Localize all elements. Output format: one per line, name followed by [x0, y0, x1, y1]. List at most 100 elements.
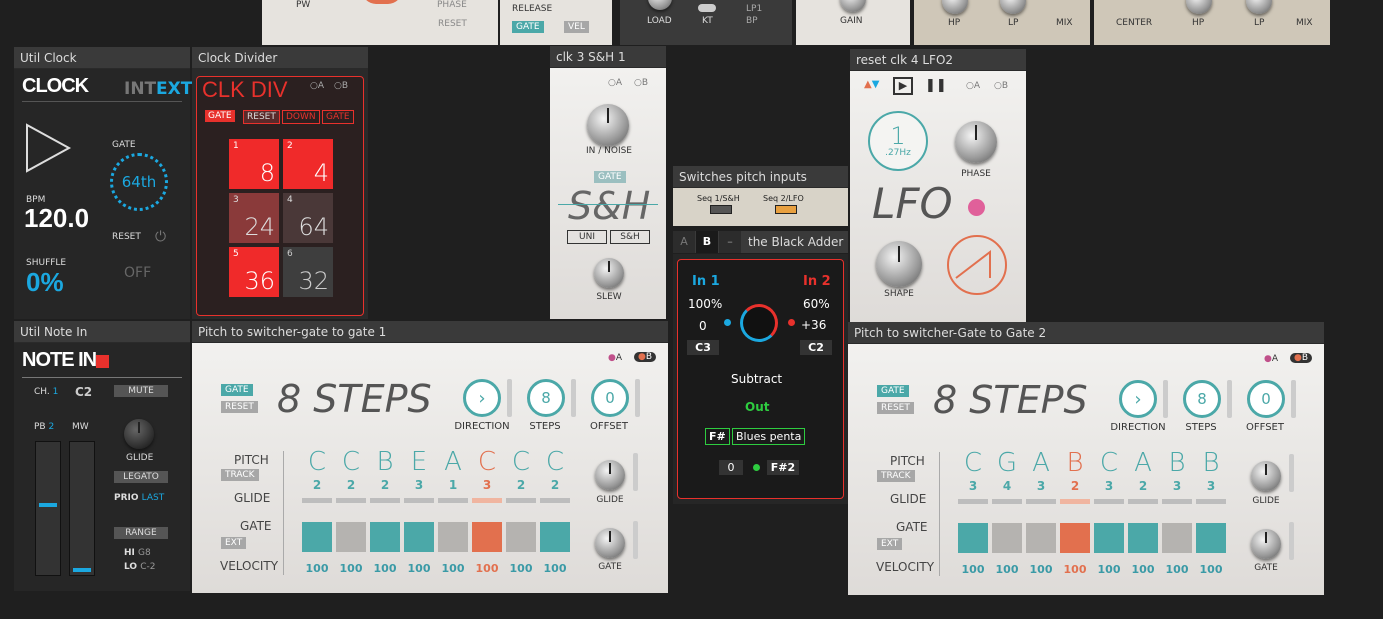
seq2-pitch-step-2[interactable]: G	[992, 448, 1022, 478]
rate-ring[interactable]: 1 .27Hz	[868, 111, 928, 171]
seq1-glide-step-1[interactable]	[302, 498, 332, 503]
seq2-pitch-step-3[interactable]: A	[1026, 448, 1056, 478]
glide-knob-notein[interactable]	[124, 419, 154, 449]
seq2-gate-step-1[interactable]	[958, 523, 988, 553]
seq2-gate-knob[interactable]	[1251, 529, 1281, 559]
adder-title[interactable]: the Black Adder	[748, 235, 843, 249]
power-icon[interactable]: ⏻	[155, 229, 166, 245]
lfo-titlebar[interactable]: reset clk 4 LFO2	[850, 49, 1026, 71]
seq2-gate-slider[interactable]	[1289, 522, 1294, 560]
clkdiv-cell-5[interactable]: 5 36	[229, 247, 279, 297]
slew-knob[interactable]	[594, 258, 624, 288]
seq1-switch[interactable]	[710, 205, 732, 214]
seq2-titlebar[interactable]: Pitch to switcher-Gate to Gate 2	[848, 322, 1324, 344]
lp-knob-2[interactable]	[1246, 0, 1272, 14]
clkdiv-a[interactable]: ○A	[310, 81, 324, 91]
seq1-gate-toggle[interactable]: GATE	[221, 384, 253, 396]
seq2-glide-step-6[interactable]	[1128, 499, 1158, 504]
clkdiv-cell-2[interactable]: 24	[283, 139, 333, 189]
legato-button[interactable]: LEGATO	[114, 471, 168, 483]
sh-a[interactable]: ○A	[608, 78, 622, 88]
shuffle-value[interactable]: 0%	[26, 267, 64, 298]
seq2-glide-step-3[interactable]	[1026, 499, 1056, 504]
seq1-b[interactable]: ●B	[634, 352, 657, 362]
seq2-octave-step-6[interactable]: 2	[1128, 479, 1158, 493]
note-in-titlebar[interactable]: Util Note In	[14, 321, 190, 343]
waveform-icon[interactable]	[946, 234, 1008, 296]
retrigger-icon[interactable]: ▶	[893, 77, 913, 95]
seq1-pitch-step-4[interactable]: E	[404, 447, 434, 477]
seq2-glide-step-4[interactable]	[1060, 499, 1090, 504]
seq2-offset-slider[interactable]	[1291, 380, 1296, 418]
seq1-velocity-step-1[interactable]: 100	[302, 562, 332, 575]
in1-offset[interactable]: 0	[699, 319, 707, 333]
seq1-pitch-step-6[interactable]: C	[472, 447, 502, 477]
seq1-glide-step-7[interactable]	[506, 498, 536, 503]
seq1-pitch-step-1[interactable]: C	[302, 447, 332, 477]
mute-button[interactable]: MUTE	[114, 385, 168, 397]
seq2-glide-step-1[interactable]	[958, 499, 988, 504]
out-offset[interactable]: 0	[719, 460, 743, 475]
seq2-velocity-step-5[interactable]: 100	[1094, 563, 1124, 576]
seq2-track-toggle[interactable]: TRACK	[877, 470, 915, 482]
sh-gate-toggle[interactable]: GATE	[594, 171, 626, 183]
seq1-a[interactable]: ●A	[608, 353, 622, 363]
seq2-steps-slider[interactable]	[1227, 380, 1232, 418]
seq2-velocity-step-3[interactable]: 100	[1026, 563, 1056, 576]
adder-tab-b[interactable]: B	[696, 231, 718, 253]
seq1-velocity-step-5[interactable]: 100	[438, 562, 468, 575]
seq1-velocity-step-3[interactable]: 100	[370, 562, 400, 575]
clkdiv-cell-6[interactable]: 6 32	[283, 247, 333, 297]
seq2-pitch-step-4[interactable]: B	[1060, 448, 1090, 478]
adder-tab-dash[interactable]: –	[719, 231, 741, 253]
in1-note[interactable]: C3	[687, 340, 719, 355]
seq1-gate-step-5[interactable]	[438, 522, 468, 552]
range-button[interactable]: RANGE	[114, 527, 168, 539]
sh-mode-button[interactable]: S&H	[610, 230, 650, 244]
seq1-gate-step-1[interactable]	[302, 522, 332, 552]
clkdiv-b[interactable]: ○B	[334, 81, 348, 91]
lfo-b[interactable]: ○B	[994, 81, 1008, 91]
seq1-reset-toggle[interactable]: RESET	[221, 401, 258, 413]
gain-knob[interactable]	[840, 0, 866, 12]
in1-percent[interactable]: 100%	[688, 297, 722, 311]
play-icon[interactable]	[24, 123, 74, 173]
mix-knob[interactable]	[740, 304, 778, 342]
seq1-octave-step-5[interactable]: 1	[438, 478, 468, 492]
phase-knob[interactable]	[955, 121, 997, 163]
seq1-velocity-step-6[interactable]: 100	[472, 562, 502, 575]
clkdiv-reset-button[interactable]: RESET	[243, 110, 280, 124]
seq1-ext-toggle[interactable]: EXT	[221, 537, 247, 549]
pb-slider[interactable]	[35, 441, 61, 576]
in2-note[interactable]: C2	[800, 340, 832, 355]
seq1-octave-step-8[interactable]: 2	[540, 478, 570, 492]
seq1-gate-step-6[interactable]	[472, 522, 502, 552]
seq2-reset-toggle[interactable]: RESET	[877, 402, 914, 414]
off-toggle[interactable]: OFF	[124, 265, 151, 281]
seq1-gate-step-7[interactable]	[506, 522, 536, 552]
seq1-octave-step-4[interactable]: 3	[404, 478, 434, 492]
seq2-glide-step-8[interactable]	[1196, 499, 1226, 504]
pause-icon[interactable]: ❚❚	[925, 78, 947, 93]
seq2-a[interactable]: ●A	[1264, 354, 1278, 364]
seq2-velocity-step-2[interactable]: 100	[992, 563, 1022, 576]
hp-knob[interactable]	[942, 0, 968, 14]
seq1-track-toggle[interactable]: TRACK	[221, 469, 259, 481]
lfo-a[interactable]: ○A	[966, 81, 980, 91]
seq2-gate-toggle[interactable]: GATE	[877, 385, 909, 397]
seq1-steps-ring[interactable]: 8	[527, 379, 565, 417]
seq2-gate-step-3[interactable]	[1026, 523, 1056, 553]
seq2-direction-slider[interactable]	[1163, 380, 1168, 418]
key-select[interactable]: F#	[705, 428, 730, 445]
seq2-octave-step-2[interactable]: 4	[992, 479, 1022, 493]
seq2-b[interactable]: ●B	[1290, 353, 1313, 363]
util-clock-titlebar[interactable]: Util Clock	[14, 47, 190, 69]
seq1-octave-step-7[interactable]: 2	[506, 478, 536, 492]
mode-label[interactable]: Subtract	[731, 372, 782, 386]
seq2-pitch-step-7[interactable]: B	[1162, 448, 1192, 478]
clkdiv-cell-1[interactable]: 18	[229, 139, 279, 189]
seq1-titlebar[interactable]: Pitch to switcher-gate to gate 1	[192, 321, 668, 343]
seq1-direction-slider[interactable]	[507, 379, 512, 417]
seq2-glide-slider[interactable]	[1289, 454, 1294, 492]
seq1-velocity-step-7[interactable]: 100	[506, 562, 536, 575]
